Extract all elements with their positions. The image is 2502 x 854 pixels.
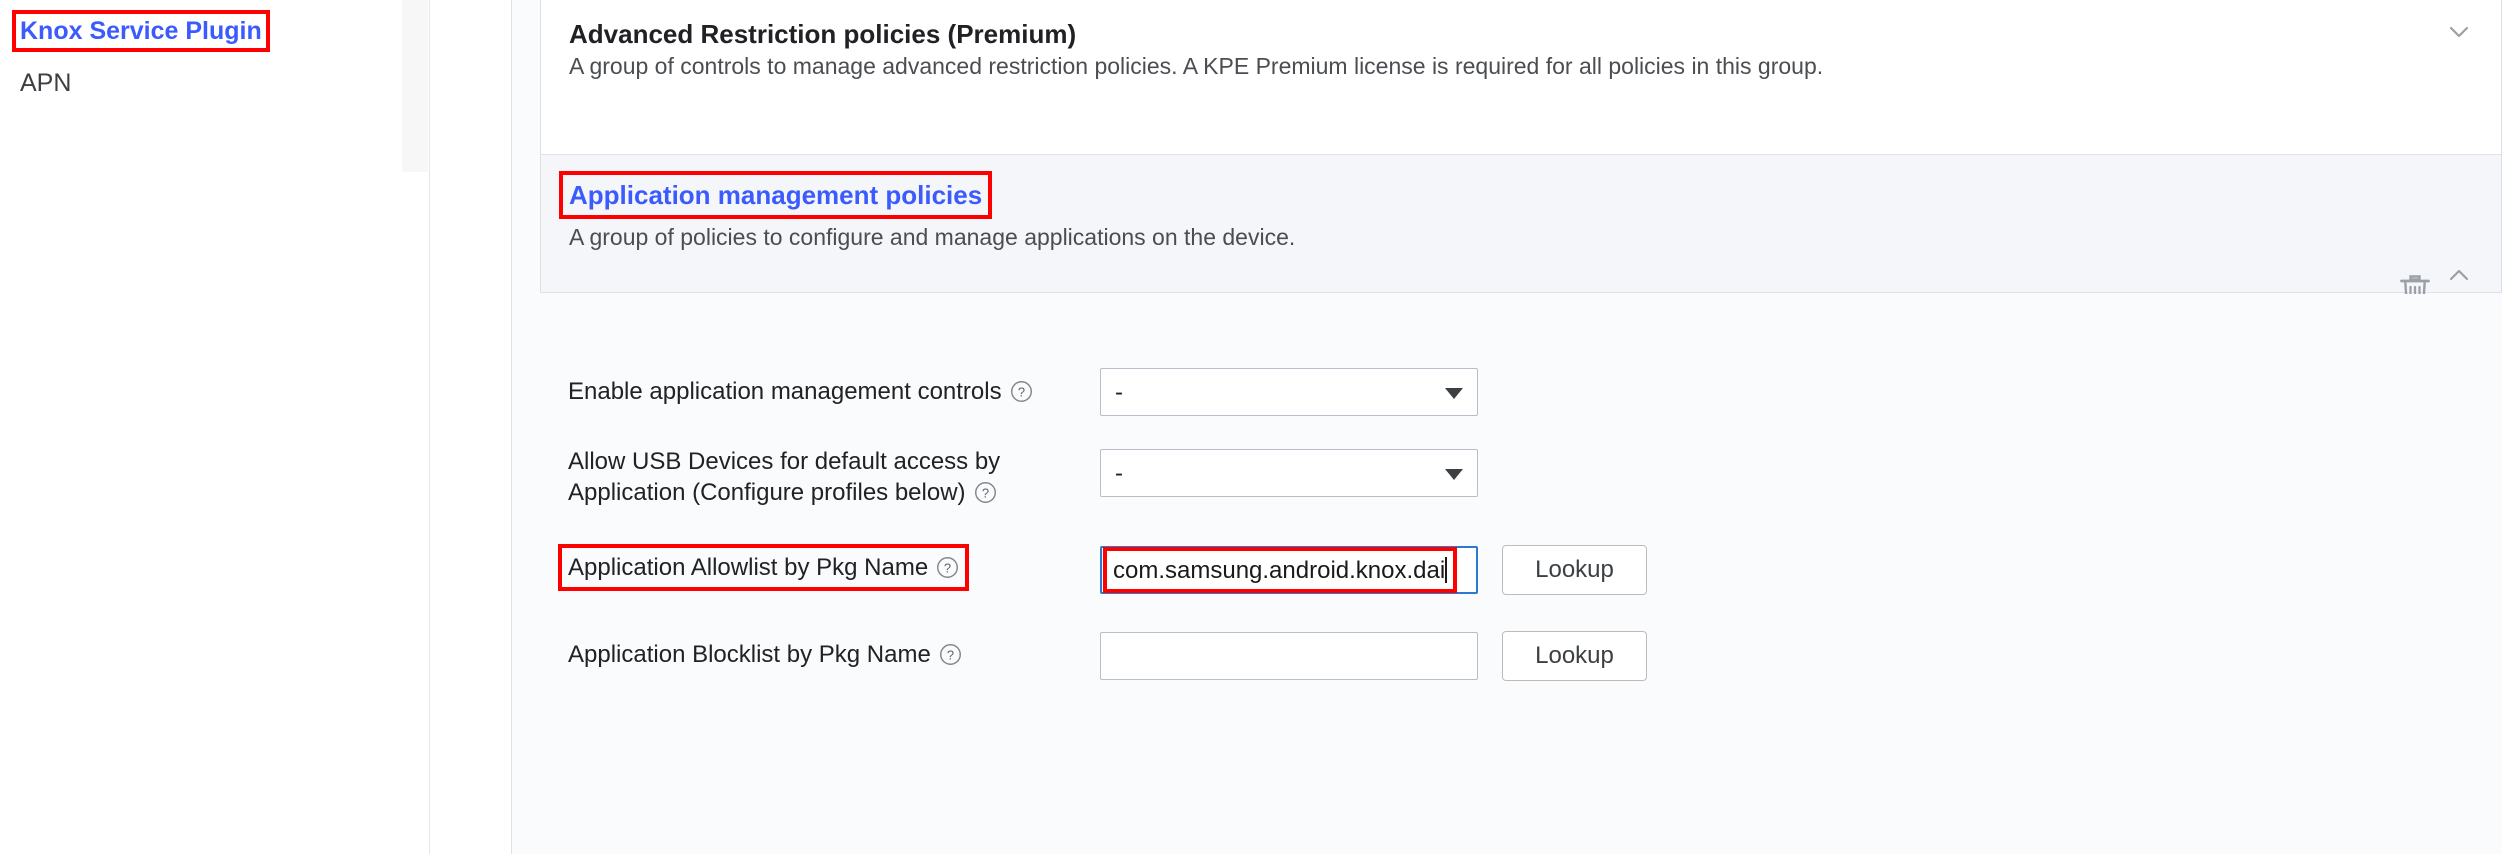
chevron-up-icon[interactable] [2439, 255, 2479, 295]
select-allow-usb-devices[interactable]: - [1100, 449, 1478, 497]
group-description-advanced-restriction-policies: A group of controls to manage advanced r… [569, 53, 1824, 79]
policy-settings-form: Enable application management controls? … [512, 294, 2502, 854]
help-circle-icon[interactable]: ? [1010, 380, 1033, 403]
chevron-down-icon[interactable] [2439, 12, 2479, 52]
policy-group-application-management[interactable]: Application management policies A group … [541, 155, 2501, 309]
lookup-button-allowlist[interactable]: Lookup [1502, 545, 1647, 595]
group-description-application-management-policies: A group of policies to configure and man… [569, 224, 1296, 250]
row-label-text: Allow USB Devices for default access by … [568, 448, 1001, 506]
svg-text:?: ? [944, 560, 951, 575]
select-value: - [1115, 460, 1123, 487]
help-circle-icon[interactable]: ? [974, 481, 997, 504]
text-input-value: com.samsung.android.knox.dai [1113, 557, 1448, 584]
policy-group-card: Advanced Restriction policies (Premium) … [540, 0, 2502, 309]
caret-down-icon[interactable] [1445, 469, 1463, 480]
sidebar-item-label: APN [20, 69, 72, 97]
help-circle-icon[interactable]: ? [939, 643, 962, 666]
row-label-application-blocklist-by-pkg-name: Application Blocklist by Pkg Name? [568, 639, 962, 670]
sidebar-scrollbar-track[interactable] [402, 0, 825, 172]
select-value: - [1115, 379, 1123, 406]
text-input-application-allowlist[interactable]: com.samsung.android.knox.dai [1100, 546, 1478, 594]
sidebar-divider [429, 0, 430, 854]
text-cursor [1445, 557, 1448, 583]
svg-text:?: ? [1018, 384, 1025, 399]
lookup-button-blocklist[interactable]: Lookup [1502, 631, 1647, 681]
select-enable-application-management-controls[interactable]: - [1100, 368, 1478, 416]
sidebar-item-apn[interactable]: APN [20, 68, 71, 98]
group-title-advanced-restriction-policies: Advanced Restriction policies (Premium) [569, 19, 1077, 49]
group-title-application-management-policies[interactable]: Application management policies [569, 179, 982, 211]
row-label-text: Application Allowlist by Pkg Name [568, 554, 929, 581]
svg-text:?: ? [947, 647, 954, 662]
svg-text:?: ? [981, 485, 988, 500]
row-label-allow-usb-devices-for-default-access: Allow USB Devices for default access by … [568, 446, 1038, 508]
caret-down-icon[interactable] [1445, 388, 1463, 399]
row-label-application-allowlist-by-pkg-name: Application Allowlist by Pkg Name? [568, 552, 959, 583]
text-input-application-blocklist[interactable] [1100, 632, 1478, 680]
row-label-text: Enable application management controls [568, 378, 1002, 405]
row-label-enable-application-management-controls: Enable application management controls? [568, 376, 1033, 407]
help-circle-icon[interactable]: ? [936, 556, 959, 579]
policy-group-advanced-restriction[interactable]: Advanced Restriction policies (Premium) … [541, 0, 2501, 155]
sidebar-item-knox-service-plugin[interactable]: Knox Service Plugin [20, 16, 262, 46]
sidebar-item-label: Knox Service Plugin [20, 17, 262, 45]
row-label-text: Application Blocklist by Pkg Name [568, 641, 931, 668]
sidebar: Knox Service Plugin APN [0, 0, 825, 854]
